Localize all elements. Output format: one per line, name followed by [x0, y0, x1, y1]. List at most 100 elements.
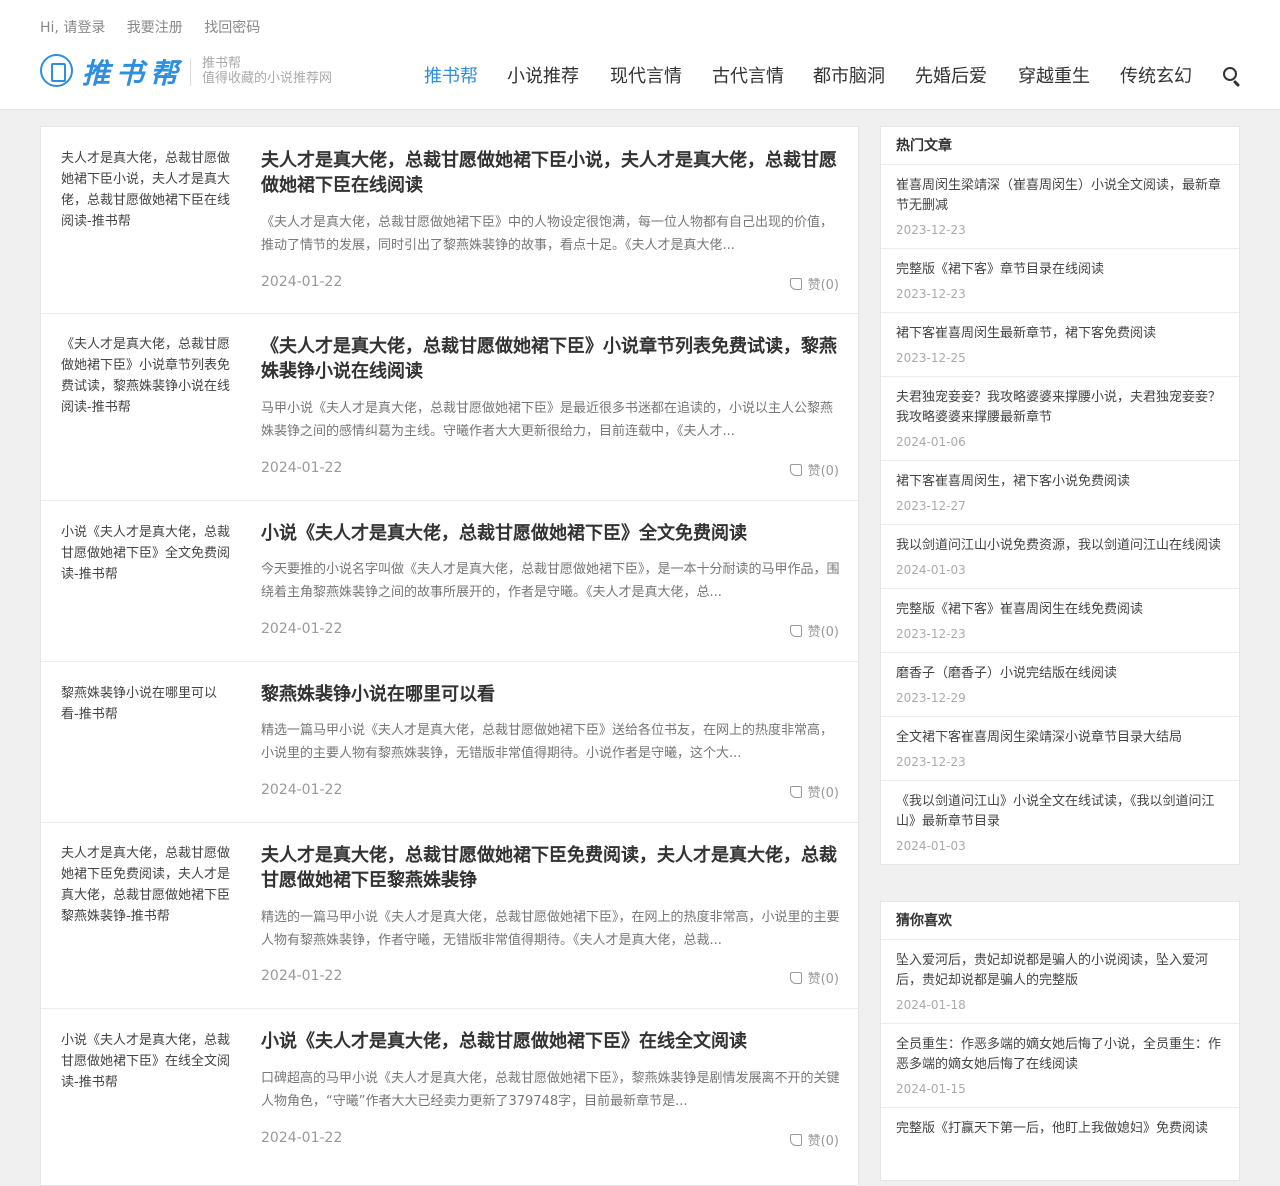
hot-article-item[interactable]: 完整版《裙下客》章节目录在线阅读 2023-12-23: [881, 249, 1239, 313]
post-thumbnail[interactable]: 小说《夫人才是真大佬，总裁甘愿做她裙下臣》全文免费阅读-推书帮: [61, 522, 233, 585]
post-date: 2024-01-22: [261, 274, 343, 290]
article-date: 2024-01-06: [896, 435, 966, 449]
login-link[interactable]: Hi, 请登录: [40, 20, 105, 36]
register-link[interactable]: 我要注册: [127, 20, 183, 36]
article-link[interactable]: 磨香子（磨香子）小说完结版在线阅读: [896, 664, 1224, 684]
nav-marriage-first[interactable]: 先婚后爱: [915, 62, 987, 88]
article-link[interactable]: 裙下客崔喜周闵生，裙下客小说免费阅读: [896, 472, 1224, 492]
book-logo-icon: [40, 54, 73, 87]
post-date: 2024-01-22: [261, 1130, 343, 1146]
hot-article-item[interactable]: 全文裙下客崔喜周闵生梁靖深小说章节目录大结局 2023-12-23: [881, 717, 1239, 781]
hot-article-item[interactable]: 《我以剑道问江山》小说全文在线试读，《我以剑道问江山》最新章节目录 2024-01…: [881, 781, 1239, 864]
post-excerpt: 精选的一篇马甲小说《夫人才是真大佬，总裁甘愿做她裙下臣》，在网上的热度非常高，小…: [261, 910, 840, 948]
like-count: 赞(0): [807, 786, 839, 801]
hot-article-item[interactable]: 崔喜周闵生梁靖深（崔喜周闵生）小说全文阅读，最新章节无删减 2023-12-23: [881, 165, 1239, 249]
nav-xuanhuan[interactable]: 传统玄幻: [1120, 62, 1192, 88]
article-date: 2023-12-23: [896, 627, 966, 641]
hot-article-item[interactable]: 完整版《裙下客》崔喜周闵生在线免费阅读 2023-12-23: [881, 589, 1239, 653]
logo-tagline: 推书帮 值得收藏的小说推荐网: [202, 56, 332, 86]
post-title[interactable]: 小说《夫人才是真大佬，总裁甘愿做她裙下臣》全文免费阅读: [261, 521, 841, 546]
nav-novel-recommend[interactable]: 小说推荐: [507, 62, 579, 88]
article-link[interactable]: 裙下客崔喜周闵生最新章节，裙下客免费阅读: [896, 324, 1224, 344]
nav-urban-fantasy[interactable]: 都市脑洞: [813, 62, 885, 88]
post-excerpt: 《夫人才是真大佬，总裁甘愿做她裙下臣》中的人物设定很饱满，每一位人物都有自己出现…: [261, 215, 834, 253]
like-button[interactable]: 赞(0): [789, 460, 839, 479]
post-excerpt: 马甲小说《夫人才是真大佬，总裁甘愿做她裙下臣》是最近很多书迷都在追读的，小说以主…: [261, 401, 834, 439]
site-header: Hi, 请登录 我要注册 找回密码 推书帮 推书帮 值得收藏的小说推荐网 推书帮…: [0, 0, 1280, 110]
post-thumbnail[interactable]: 夫人才是真大佬，总裁甘愿做她裙下臣小说，夫人才是真大佬，总裁甘愿做她裙下臣在线阅…: [61, 148, 233, 232]
like-button[interactable]: 赞(0): [789, 274, 839, 293]
post-item: 《夫人才是真大佬，总裁甘愿做她裙下臣》小说章节列表免费试读，黎燕姝裴铮小说在线阅…: [41, 314, 858, 501]
search-icon[interactable]: [1223, 67, 1237, 81]
article-date: 2024-01-15: [896, 1082, 966, 1096]
widget-title: 热门文章: [881, 127, 1239, 165]
hot-article-item[interactable]: 裙下客崔喜周闵生最新章节，裙下客免费阅读 2023-12-25: [881, 313, 1239, 377]
post-title[interactable]: 小说《夫人才是真大佬，总裁甘愿做她裙下臣》在线全文阅读: [261, 1029, 841, 1054]
article-link[interactable]: 我以剑道问江山小说免费资源，我以剑道问江山在线阅读: [896, 536, 1224, 556]
thumbs-up-icon: [789, 972, 802, 984]
like-count: 赞(0): [807, 1134, 839, 1149]
guess-article-item[interactable]: 全员重生：作恶多端的嫡女她后悔了小说，全员重生：作恶多端的嫡女她后悔了在线阅读 2…: [881, 1024, 1239, 1108]
post-thumbnail[interactable]: 小说《夫人才是真大佬，总裁甘愿做她裙下臣》在线全文阅读-推书帮: [61, 1030, 233, 1093]
article-date: [896, 1143, 1224, 1151]
like-button[interactable]: 赞(0): [789, 782, 839, 801]
hot-article-item[interactable]: 夫君独宠妾妾？我攻略婆婆来撑腰小说，夫君独宠妾妾？我攻略婆婆来撑腰最新章节 202…: [881, 377, 1239, 461]
like-count: 赞(0): [807, 464, 839, 479]
article-link[interactable]: 《我以剑道问江山》小说全文在线试读，《我以剑道问江山》最新章节目录: [896, 792, 1224, 832]
guess-article-item[interactable]: 完整版《打赢天下第一后，他盯上我做媳妇》免费阅读: [881, 1108, 1239, 1151]
article-date: 2023-12-23: [896, 287, 966, 301]
post-thumbnail[interactable]: 黎燕姝裴铮小说在哪里可以看-推书帮: [61, 683, 233, 725]
post-date: 2024-01-22: [261, 621, 343, 637]
logo-tagline-name: 推书帮: [202, 56, 242, 71]
post-thumbnail[interactable]: 《夫人才是真大佬，总裁甘愿做她裙下臣》小说章节列表免费试读，黎燕姝裴铮小说在线阅…: [61, 334, 233, 418]
forgot-password-link[interactable]: 找回密码: [204, 20, 260, 36]
post-date: 2024-01-22: [261, 968, 343, 984]
article-link[interactable]: 坠入爱河后，贵妃却说都是骗人的小说阅读，坠入爱河后，贵妃却说都是骗人的完整版: [896, 951, 1224, 991]
post-title[interactable]: 《夫人才是真大佬，总裁甘愿做她裙下臣》小说章节列表免费试读，黎燕姝裴铮小说在线阅…: [261, 334, 841, 384]
post-excerpt: 口碑超高的马甲小说《夫人才是真大佬，总裁甘愿做她裙下臣》，黎燕姝裴铮是剧情发展离…: [261, 1071, 840, 1109]
article-link[interactable]: 完整版《裙下客》章节目录在线阅读: [896, 260, 1224, 280]
article-link[interactable]: 全文裙下客崔喜周闵生梁靖深小说章节目录大结局: [896, 728, 1224, 748]
nav-ancient-romance[interactable]: 古代言情: [712, 62, 784, 88]
post-date: 2024-01-22: [261, 782, 343, 798]
thumbs-up-icon: [789, 786, 802, 798]
article-date: 2023-12-27: [896, 499, 966, 513]
article-link[interactable]: 完整版《打赢天下第一后，他盯上我做媳妇》免费阅读: [896, 1119, 1224, 1139]
article-date: 2023-12-23: [896, 223, 966, 237]
post-title[interactable]: 黎燕姝裴铮小说在哪里可以看: [261, 682, 841, 707]
article-date: 2023-12-23: [896, 755, 966, 769]
article-date: 2023-12-29: [896, 691, 966, 705]
like-button[interactable]: 赞(0): [789, 968, 839, 987]
widget-title: 猜你喜欢: [881, 902, 1239, 940]
post-item: 小说《夫人才是真大佬，总裁甘愿做她裙下臣》在线全文阅读-推书帮 小说《夫人才是真…: [41, 1009, 858, 1184]
like-button[interactable]: 赞(0): [789, 621, 839, 640]
post-thumbnail[interactable]: 夫人才是真大佬，总裁甘愿做她裙下臣免费阅读，夫人才是真大佬，总裁甘愿做她裙下臣黎…: [61, 843, 233, 927]
post-date: 2024-01-22: [261, 460, 343, 476]
hot-article-item[interactable]: 裙下客崔喜周闵生，裙下客小说免费阅读 2023-12-27: [881, 461, 1239, 525]
post-item: 夫人才是真大佬，总裁甘愿做她裙下臣免费阅读，夫人才是真大佬，总裁甘愿做她裙下臣黎…: [41, 823, 858, 1009]
like-button[interactable]: 赞(0): [789, 1130, 839, 1149]
article-link[interactable]: 完整版《裙下客》崔喜周闵生在线免费阅读: [896, 600, 1224, 620]
guess-article-item[interactable]: 坠入爱河后，贵妃却说都是骗人的小说阅读，坠入爱河后，贵妃却说都是骗人的完整版 20…: [881, 940, 1239, 1024]
nav-home[interactable]: 推书帮: [424, 62, 478, 88]
article-link[interactable]: 崔喜周闵生梁靖深（崔喜周闵生）小说全文阅读，最新章节无删减: [896, 176, 1224, 216]
hot-articles-widget: 热门文章 崔喜周闵生梁靖深（崔喜周闵生）小说全文阅读，最新章节无删减 2023-1…: [880, 126, 1240, 865]
post-title[interactable]: 夫人才是真大佬，总裁甘愿做她裙下臣免费阅读，夫人才是真大佬，总裁甘愿做她裙下臣黎…: [261, 843, 841, 893]
top-links: Hi, 请登录 我要注册 找回密码: [40, 17, 277, 37]
post-item: 黎燕姝裴铮小说在哪里可以看-推书帮 黎燕姝裴铮小说在哪里可以看 精选一篇马甲小说…: [41, 662, 858, 823]
like-count: 赞(0): [807, 972, 839, 987]
thumbs-up-icon: [789, 625, 802, 637]
nav-modern-romance[interactable]: 现代言情: [610, 62, 682, 88]
nav-time-travel[interactable]: 穿越重生: [1018, 62, 1090, 88]
thumbs-up-icon: [789, 464, 802, 476]
article-date: 2023-12-25: [896, 351, 966, 365]
article-date: 2024-01-18: [896, 998, 966, 1012]
post-excerpt: 今天要推的小说名字叫做《夫人才是真大佬，总裁甘愿做她裙下臣》，是一本十分耐读的马…: [261, 562, 840, 600]
post-title[interactable]: 夫人才是真大佬，总裁甘愿做她裙下臣小说，夫人才是真大佬，总裁甘愿做她裙下臣在线阅…: [261, 148, 841, 198]
post-excerpt: 精选一篇马甲小说《夫人才是真大佬，总裁甘愿做她裙下臣》送给各位书友，在网上的热度…: [261, 723, 834, 761]
article-link[interactable]: 夫君独宠妾妾？我攻略婆婆来撑腰小说，夫君独宠妾妾？我攻略婆婆来撑腰最新章节: [896, 388, 1224, 428]
hot-article-item[interactable]: 磨香子（磨香子）小说完结版在线阅读 2023-12-29: [881, 653, 1239, 717]
logo-tagline-slogan: 值得收藏的小说推荐网: [202, 71, 333, 86]
article-link[interactable]: 全员重生：作恶多端的嫡女她后悔了小说，全员重生：作恶多端的嫡女她后悔了在线阅读: [896, 1035, 1224, 1075]
hot-article-item[interactable]: 我以剑道问江山小说免费资源，我以剑道问江山在线阅读 2024-01-03: [881, 525, 1239, 589]
